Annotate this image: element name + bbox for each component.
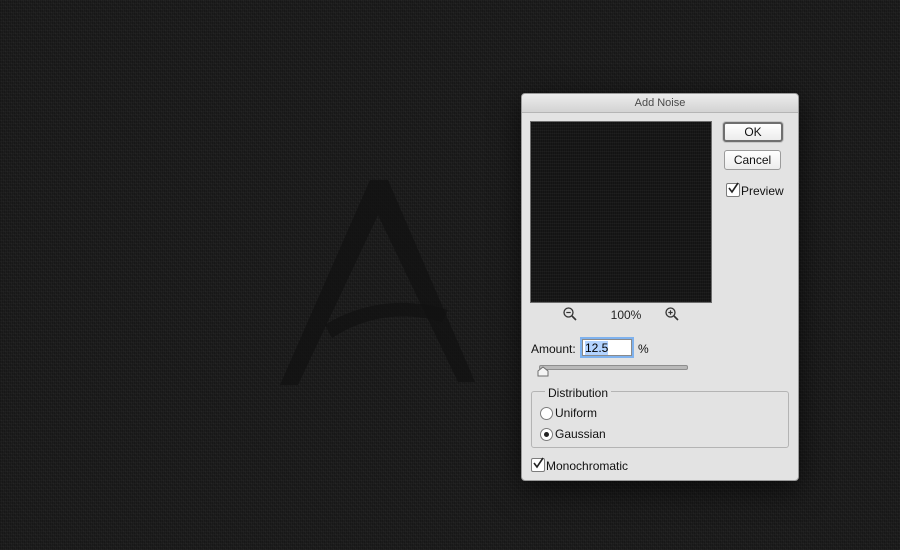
zoom-level: 100% — [610, 308, 642, 322]
amount-slider[interactable] — [539, 365, 688, 370]
preview-pane[interactable] — [530, 121, 712, 303]
distribution-title: Distribution — [545, 386, 612, 400]
cancel-button[interactable]: Cancel — [724, 150, 781, 170]
zoom-out-icon[interactable] — [562, 306, 578, 322]
zoom-controls: 100% — [530, 306, 712, 324]
monochromatic-checkbox[interactable] — [531, 457, 545, 472]
add-noise-dialog: Add Noise 100% OK Cancel Preview Amount:… — [521, 93, 799, 481]
radio-gaussian[interactable] — [540, 428, 553, 441]
amount-label: Amount: — [531, 342, 576, 356]
preview-checkbox[interactable] — [726, 182, 740, 197]
amount-input[interactable]: 12.5 — [582, 339, 632, 356]
monochromatic-label: Monochromatic — [546, 459, 629, 473]
dialog-title: Add Noise — [522, 94, 798, 113]
uniform-label: Uniform — [555, 406, 598, 420]
letter-a-logo — [280, 180, 475, 385]
amount-value: 12.5 — [585, 341, 609, 355]
preview-label: Preview — [741, 184, 784, 198]
checkmark-icon — [533, 457, 544, 469]
slider-thumb-icon[interactable] — [537, 366, 549, 377]
amount-unit: % — [638, 342, 649, 356]
radio-uniform[interactable] — [540, 407, 553, 420]
checkmark-icon — [728, 182, 739, 194]
zoom-in-icon[interactable] — [664, 306, 680, 322]
ok-button[interactable]: OK — [723, 122, 783, 142]
gaussian-label: Gaussian — [555, 427, 606, 441]
